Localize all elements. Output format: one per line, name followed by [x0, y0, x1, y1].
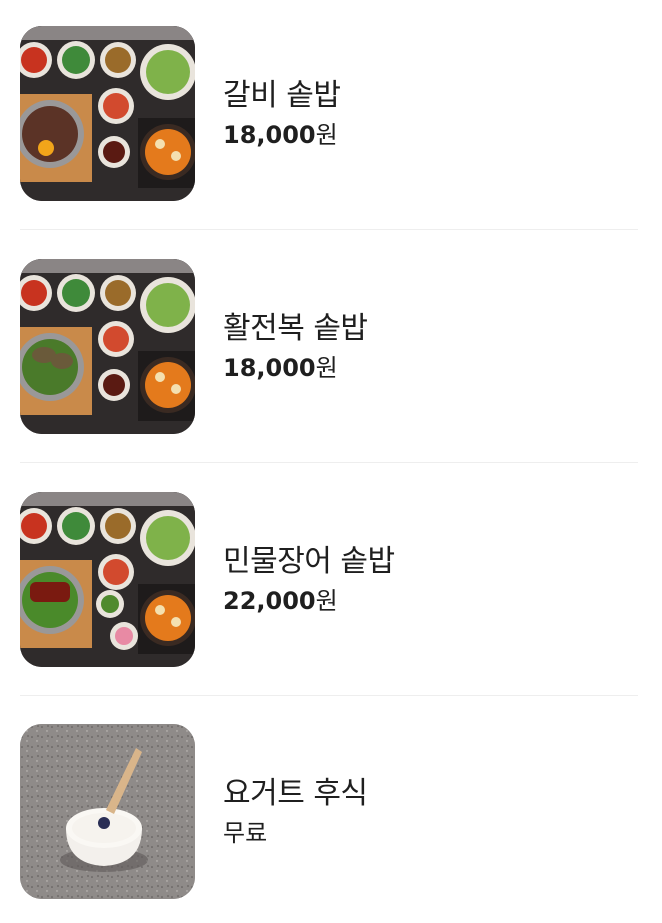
menu-item-name: 요거트 후식: [223, 775, 368, 811]
menu-item-price: 18,000원: [223, 352, 368, 384]
menu-item-info: 민물장어 솥밥 22,000원: [223, 543, 395, 617]
eel-sotbap-image: [20, 492, 195, 667]
menu-item-info: 갈비 솥밥 18,000원: [223, 77, 341, 151]
menu-item-info: 요거트 후식 무료: [223, 775, 368, 849]
divider: [20, 462, 638, 463]
menu-item-yogurt[interactable]: 요거트 후식 무료: [20, 724, 638, 899]
price-value: 18,000: [223, 120, 316, 149]
price-value: 22,000: [223, 586, 316, 615]
menu-item-name: 갈비 솥밥: [223, 77, 341, 113]
menu-item-galbi[interactable]: 갈비 솥밥 18,000원: [20, 26, 638, 201]
divider: [20, 229, 638, 230]
price-unit: 원: [315, 120, 338, 149]
menu-item-price: 18,000원: [223, 119, 340, 151]
abalone-sotbap-image: [20, 259, 195, 434]
price-value: 무료: [223, 818, 268, 847]
price-unit: 원: [315, 353, 338, 382]
menu-item-price: 무료: [223, 817, 368, 849]
price-value: 18,000: [223, 353, 316, 382]
divider: [20, 695, 638, 696]
menu-item-price: 22,000원: [223, 585, 395, 617]
menu-item-info: 활전복 솥밥 18,000원: [223, 310, 368, 384]
menu-item-name: 민물장어 솥밥: [223, 543, 395, 579]
menu-item-eel[interactable]: 민물장어 솥밥 22,000원: [20, 492, 638, 667]
price-unit: 원: [315, 586, 338, 615]
yogurt-dessert-image: [20, 724, 195, 899]
galbi-sotbap-image: [20, 26, 195, 201]
menu-item-abalone[interactable]: 활전복 솥밥 18,000원: [20, 259, 638, 434]
menu-item-name: 활전복 솥밥: [223, 310, 368, 346]
